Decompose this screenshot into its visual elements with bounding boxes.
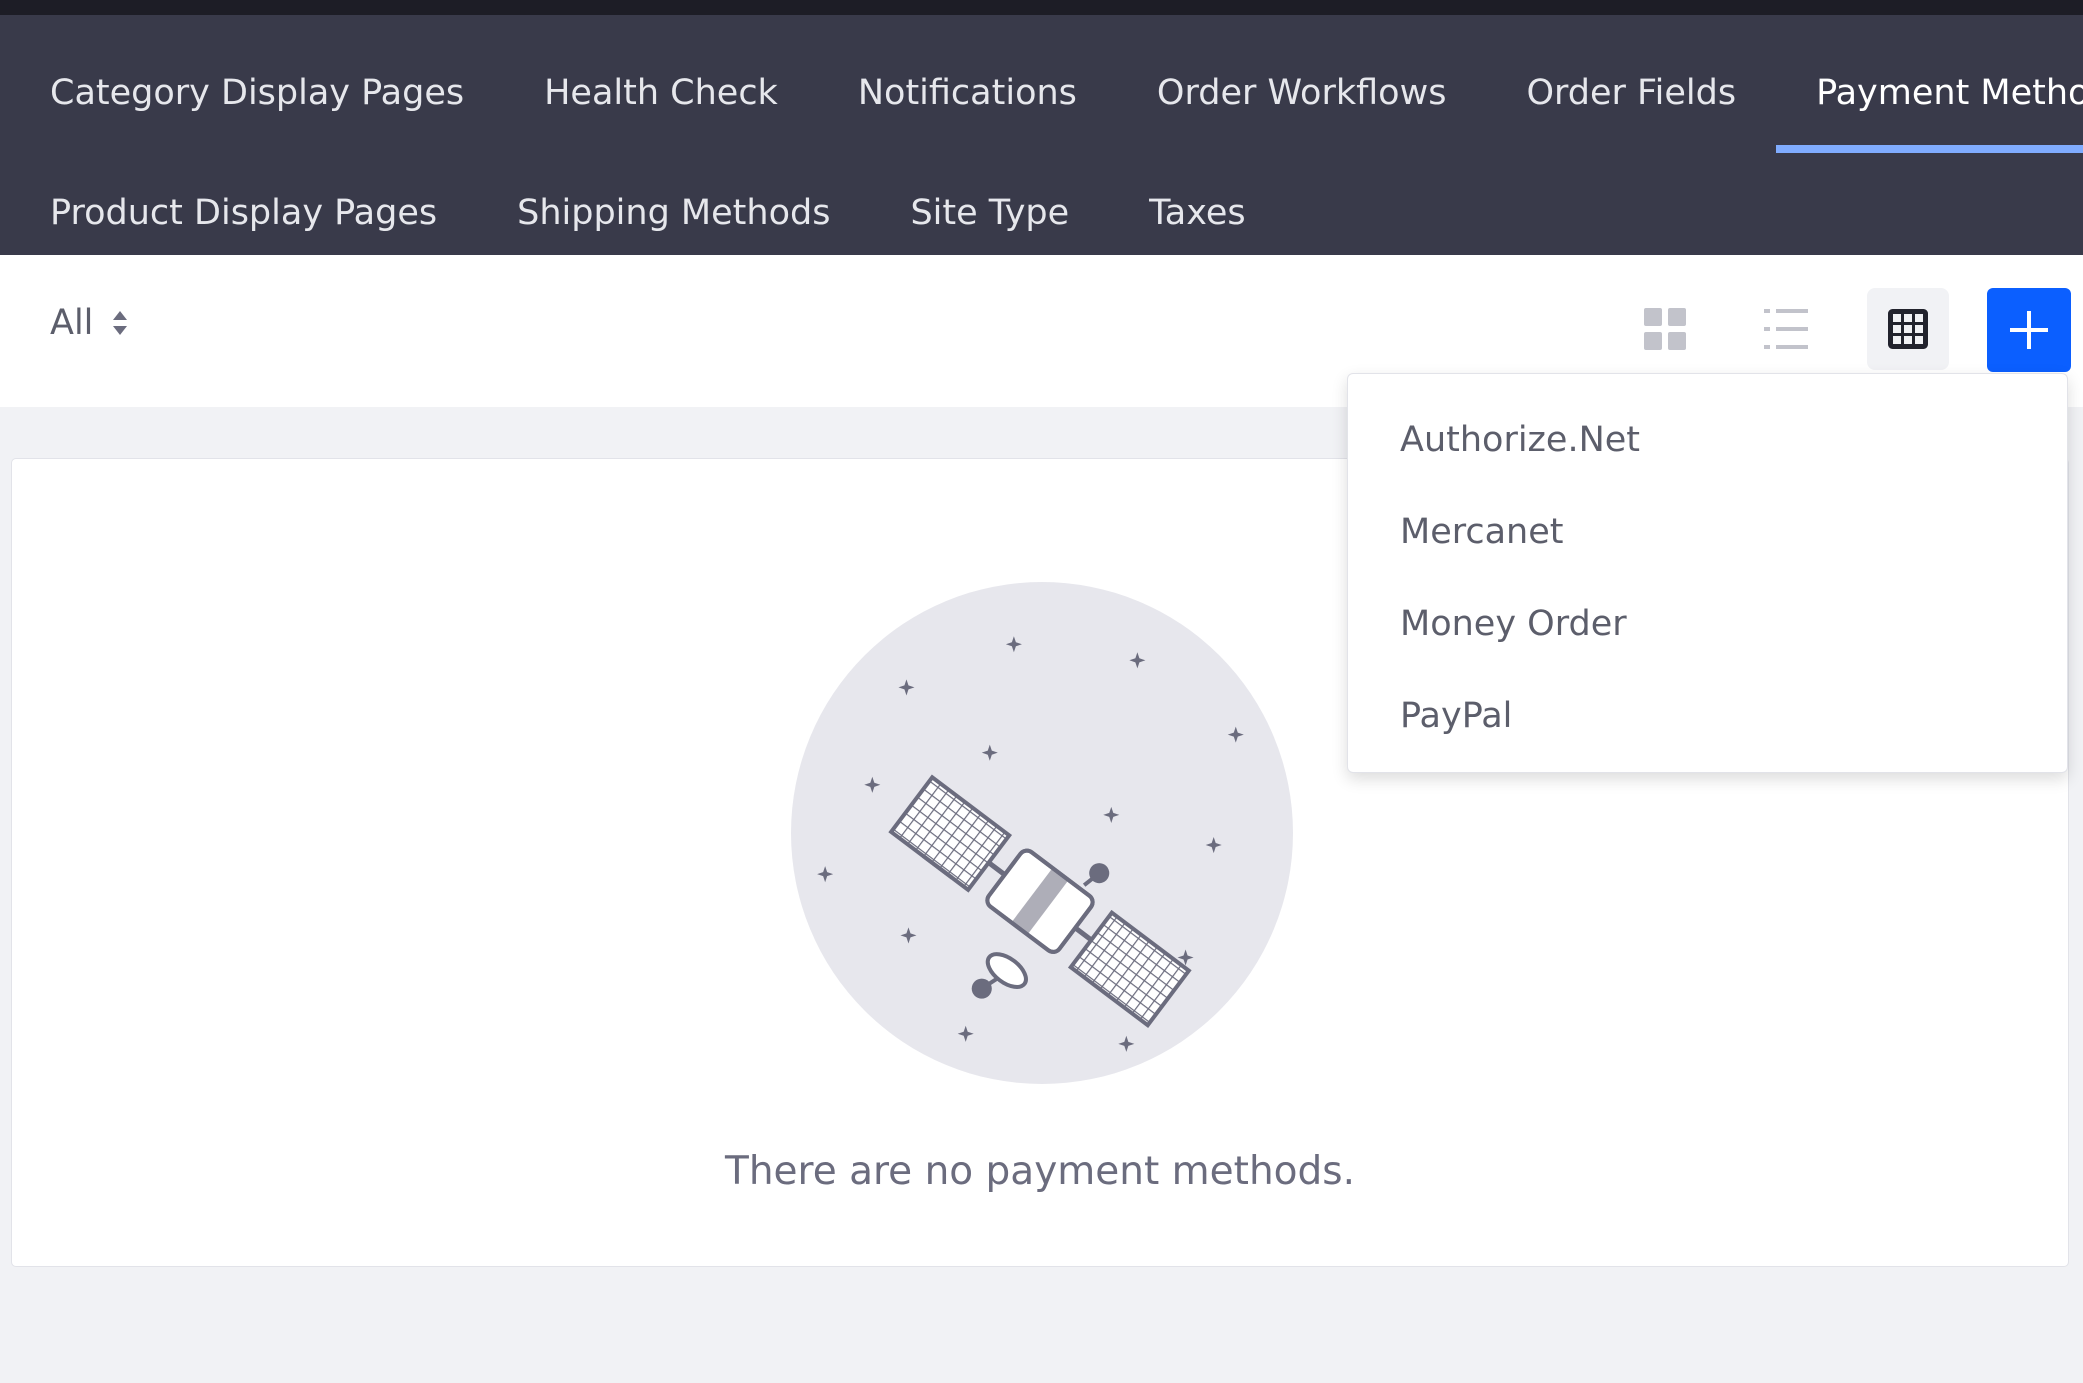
satellite-icon [791,582,1293,1084]
tab-payment-methods[interactable]: Payment Methods [1776,33,2083,153]
tab-order-workflows[interactable]: Order Workflows [1117,33,1487,153]
filter-label: All [50,303,94,343]
list-view-icon [1764,309,1808,349]
top-navigation: Category Display Pages Health Check Noti… [0,0,2083,255]
tab-notifications[interactable]: Notifications [818,33,1117,153]
menu-item-money-order[interactable]: Money Order [1348,578,2067,670]
table-view-button[interactable] [1867,288,1949,370]
empty-state-message: There are no payment methods. [725,1149,1355,1194]
tab-order-fields[interactable]: Order Fields [1486,33,1776,153]
menu-item-mercanet[interactable]: Mercanet [1348,486,2067,578]
nav-row-primary: Category Display Pages Health Check Noti… [0,33,2083,153]
cards-view-icon [1644,308,1686,350]
filter-dropdown[interactable]: All [50,303,128,343]
sort-icon [113,310,128,336]
cards-view-button[interactable] [1624,288,1706,370]
add-payment-method-menu: Authorize.Net Mercanet Money Order PayPa… [1347,373,2068,773]
tab-category-display-pages[interactable]: Category Display Pages [0,33,504,153]
menu-item-authorize-net[interactable]: Authorize.Net [1348,394,2067,486]
menu-item-paypal[interactable]: PayPal [1348,670,2067,762]
list-view-button[interactable] [1745,288,1827,370]
table-view-icon [1888,309,1928,349]
add-button[interactable] [1987,288,2071,372]
tab-health-check[interactable]: Health Check [504,33,818,153]
plus-icon [2010,311,2048,349]
